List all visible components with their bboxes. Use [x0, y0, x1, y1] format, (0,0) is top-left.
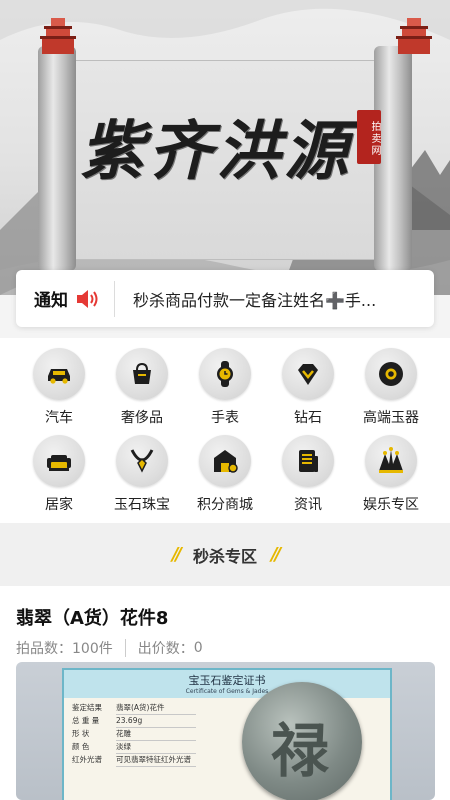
- sofa-icon: [33, 435, 85, 487]
- pagoda-left-icon: [40, 18, 76, 54]
- seal-stamp: 拍卖网: [357, 110, 381, 164]
- category-label: 资讯: [294, 497, 322, 513]
- certificate-subtitle: Certificate of Gems & Jades: [185, 688, 269, 695]
- section-title: 秒杀专区: [192, 546, 257, 566]
- necklace-icon: [116, 435, 168, 487]
- certificate-rows: 鉴定结果 翡翠(A货)花件 总 重 量 23.69g 形 状花雕 颜 色淡绿 红外光…: [72, 702, 196, 767]
- category-label: 奢侈品: [121, 410, 163, 426]
- scroll-rod-left: [38, 46, 76, 271]
- product-title[interactable]: 翡翠（A货）花件8: [16, 604, 168, 630]
- category-label: 娱乐专区: [363, 497, 419, 513]
- shop-icon: [199, 435, 251, 487]
- category-jade[interactable]: 高端玉器: [346, 348, 436, 427]
- category-label: 汽车: [45, 410, 73, 426]
- meta-divider: [124, 639, 126, 657]
- certificate-row: 鉴定结果 翡翠(A货)花件: [72, 702, 196, 715]
- offer-count-value: 0: [193, 640, 203, 656]
- notice-divider: [114, 280, 115, 317]
- category-label: 居家: [45, 497, 73, 513]
- notice-bar[interactable]: 通知 秒杀商品付款一定备注姓名➕手...: [16, 270, 434, 327]
- category-label: 积分商城: [197, 497, 253, 513]
- category-label: 高端玉器: [363, 410, 419, 426]
- product-meta: 拍品数： 100件 出价数： 0: [16, 638, 203, 658]
- pagoda-right-icon: [396, 18, 432, 54]
- section-decoration-left: //: [171, 544, 182, 565]
- hero-banner[interactable]: 紫齐洪源 拍卖网: [0, 0, 450, 295]
- handbag-icon: [116, 348, 168, 400]
- category-diamond[interactable]: 钻石: [263, 348, 353, 427]
- certificate-row: 颜 色淡绿: [72, 741, 196, 754]
- section-decoration-right: //: [271, 544, 281, 565]
- category-news[interactable]: 资讯: [263, 435, 353, 514]
- tent-icon: [365, 435, 417, 487]
- brand-title: 紫齐洪源: [80, 114, 352, 189]
- speaker-icon: [74, 286, 100, 312]
- notice-label: 通知: [34, 291, 68, 311]
- category-entertainment[interactable]: 娱乐专区: [346, 435, 436, 514]
- category-label: 玉石珠宝: [114, 497, 170, 513]
- certificate-title: 宝玉石鉴定证书: [188, 674, 266, 687]
- jade-disc-icon: [365, 348, 417, 400]
- flash-sale-header: // 秒杀专区 //: [0, 523, 450, 586]
- certificate-row: 形 状花雕: [72, 728, 196, 741]
- category-watch[interactable]: 手表: [180, 348, 270, 427]
- category-grid: 汽车 奢侈品 手表 钻石 高端玉器 居家 玉石珠宝 积分商城 资讯 娱乐专区: [0, 338, 450, 523]
- category-jewelry[interactable]: 玉石珠宝: [97, 435, 187, 514]
- lot-count-value: 100件: [72, 641, 113, 657]
- lot-count-label: 拍品数：: [16, 641, 72, 657]
- certificate-header: 宝玉石鉴定证书 Certificate of Gems & Jades: [64, 670, 390, 698]
- category-car[interactable]: 汽车: [14, 348, 104, 427]
- watch-icon: [199, 348, 251, 400]
- category-label: 手表: [211, 410, 239, 426]
- certificate-row: 红外光谱 可见翡翠特征红外光谱: [72, 754, 196, 767]
- product-image[interactable]: 宝玉石鉴定证书 Certificate of Gems & Jades 鉴定结果…: [16, 662, 435, 800]
- offer-count-label: 出价数：: [137, 641, 194, 657]
- news-icon: [282, 435, 334, 487]
- certificate-row: 总 重 量 23.69g: [72, 715, 196, 728]
- category-points-mall[interactable]: 积分商城: [180, 435, 270, 514]
- category-luxury[interactable]: 奢侈品: [97, 348, 187, 427]
- category-home[interactable]: 居家: [14, 435, 104, 514]
- car-icon: [33, 348, 85, 400]
- product-card[interactable]: 翡翠（A货）花件8 拍品数： 100件 出价数： 0 宝玉石鉴定证书 Certi…: [0, 586, 450, 800]
- diamond-icon: [282, 348, 334, 400]
- notice-text[interactable]: 秒杀商品付款一定备注姓名➕手...: [133, 287, 413, 311]
- category-label: 钻石: [294, 410, 322, 426]
- jade-carving-character: 禄: [271, 717, 330, 785]
